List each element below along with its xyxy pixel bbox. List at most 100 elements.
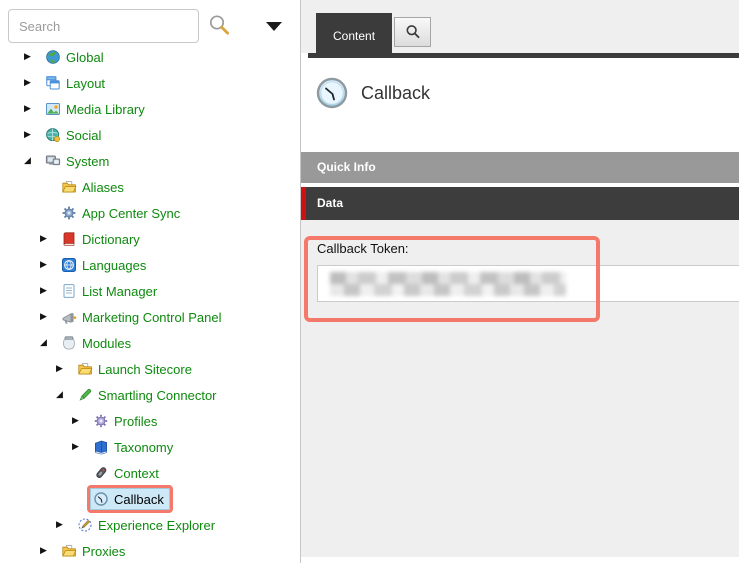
tree-item[interactable]: ▶ Social <box>0 122 300 148</box>
expand-arrow-icon[interactable]: ◢ <box>56 391 71 400</box>
globe-icon <box>45 49 61 65</box>
search-icon[interactable] <box>206 13 234 41</box>
tree-item[interactable]: ▶ List Manager <box>0 278 300 304</box>
tree-item-label: Context <box>114 466 159 481</box>
tree-item[interactable]: ◢ System <box>0 148 300 174</box>
expand-arrow-icon[interactable]: ◢ <box>40 339 55 348</box>
photo-icon <box>45 101 61 117</box>
annotation-ring: List Manager <box>55 277 166 305</box>
tree-item-label: Taxonomy <box>114 440 173 455</box>
tree-item[interactable]: ▶ Media Library <box>0 96 300 122</box>
section-quick-info[interactable]: Quick Info <box>301 152 739 183</box>
tree-item[interactable]: Aliases <box>0 174 300 200</box>
search-tab-button[interactable] <box>394 17 431 47</box>
tree-item[interactable]: ◢ Smartling Connector <box>0 382 300 408</box>
tree-item-label: Dictionary <box>82 232 140 247</box>
tree-item[interactable]: ▶ Global <box>0 44 300 70</box>
blue-book-icon <box>93 439 109 455</box>
computers-icon <box>45 153 61 169</box>
annotation-ring: Media Library <box>39 95 154 123</box>
expand-arrow-icon[interactable]: ▶ <box>40 287 55 296</box>
tree-item[interactable]: ▶ Languages <box>0 252 300 278</box>
tab-content[interactable]: Content <box>316 13 392 58</box>
callback-token-field[interactable] <box>317 265 739 302</box>
sync-gear-icon <box>61 205 77 221</box>
list-icon <box>61 283 77 299</box>
expand-arrow-icon[interactable]: ▶ <box>24 131 39 140</box>
languages-icon <box>61 257 77 273</box>
section-accent <box>301 187 306 220</box>
annotation-ring: Marketing Control Panel <box>55 303 230 331</box>
expand-arrow-icon[interactable]: ▶ <box>40 261 55 270</box>
tree-item[interactable]: ▶ Marketing Control Panel <box>0 304 300 330</box>
tree-item[interactable]: ▶ Experience Explorer <box>0 512 300 538</box>
folder-icon <box>61 543 77 559</box>
tree-item-label: List Manager <box>82 284 157 299</box>
tree-item-label: Launch Sitecore <box>98 362 192 377</box>
gear-icon <box>93 413 109 429</box>
annotation-ring: Context <box>87 459 168 487</box>
tree-item[interactable]: ▶ Taxonomy <box>0 434 300 460</box>
crayon-icon <box>77 387 93 403</box>
tree-item[interactable]: App Center Sync <box>0 200 300 226</box>
folder-icon <box>61 179 77 195</box>
tree-item-label: Proxies <box>82 544 125 559</box>
tree-item[interactable]: Context <box>0 460 300 486</box>
tree-item[interactable]: ▶ Launch Sitecore <box>0 356 300 382</box>
data-section-body: Callback Token: <box>301 220 739 557</box>
annotation-ring: Launch Sitecore <box>71 355 201 383</box>
tree-item-label: Experience Explorer <box>98 518 215 533</box>
content-tree: ▶ Global ▶ Layout ▶ Media Library ▶ Soci… <box>0 44 300 564</box>
expand-arrow-icon[interactable]: ▶ <box>24 105 39 114</box>
annotation-ring: Layout <box>39 69 114 97</box>
tree-item[interactable]: ▶ Layout <box>0 70 300 96</box>
page-title: Callback <box>361 83 430 104</box>
expand-arrow-icon[interactable]: ◢ <box>24 157 39 166</box>
tree-item-label: Global <box>66 50 104 65</box>
tree-item-label: Modules <box>82 336 131 351</box>
expand-arrow-icon[interactable]: ▶ <box>40 313 55 322</box>
annotation-ring: Aliases <box>55 173 133 201</box>
caret-down-icon[interactable] <box>266 22 282 31</box>
section-data[interactable]: Data <box>301 187 739 220</box>
annotation-ring: Profiles <box>87 407 166 435</box>
tree-item[interactable]: ▶ Proxies <box>0 538 300 564</box>
annotation-ring: Taxonomy <box>87 433 182 461</box>
tree-item[interactable]: ▶ Profiles <box>0 408 300 434</box>
annotation-ring: Dictionary <box>55 225 149 253</box>
annotation-ring: Smartling Connector <box>71 381 226 409</box>
search-input[interactable] <box>8 9 199 43</box>
expand-arrow-icon[interactable]: ▶ <box>40 547 55 556</box>
jar-icon <box>61 335 77 351</box>
expand-arrow-icon[interactable]: ▶ <box>72 443 87 452</box>
remote-icon <box>93 465 109 481</box>
tree-item-label: Languages <box>82 258 146 273</box>
expand-arrow-icon[interactable]: ▶ <box>56 365 71 374</box>
tree-item-label: Aliases <box>82 180 124 195</box>
expand-arrow-icon[interactable]: ▶ <box>24 79 39 88</box>
content-editor-panel: Content Callback Quick Info <box>300 0 739 563</box>
magnifier-icon <box>404 23 422 41</box>
tree-item-label: Smartling Connector <box>98 388 217 403</box>
item-title-row: Callback <box>301 58 739 152</box>
expand-arrow-icon[interactable]: ▶ <box>72 417 87 426</box>
annotation-ring: App Center Sync <box>55 199 189 227</box>
tree-item[interactable]: ◢ Modules <box>0 330 300 356</box>
tree-item-label: Social <box>66 128 101 143</box>
wand-icon <box>77 517 93 533</box>
annotation-ring: Experience Explorer <box>71 511 224 539</box>
expand-arrow-icon[interactable]: ▶ <box>24 53 39 62</box>
annotation-ring: Proxies <box>55 537 134 565</box>
tree-item[interactable]: Callback <box>0 486 300 512</box>
bottom-strip <box>301 557 739 563</box>
annotation-ring: Social <box>39 121 110 149</box>
expand-arrow-icon[interactable]: ▶ <box>56 521 71 530</box>
tree-item[interactable]: ▶ Dictionary <box>0 226 300 252</box>
expand-arrow-icon[interactable]: ▶ <box>40 235 55 244</box>
tree-item-label: Profiles <box>114 414 157 429</box>
tree-item-label: System <box>66 154 109 169</box>
folder-icon <box>77 361 93 377</box>
callback-token-label: Callback Token: <box>317 241 409 256</box>
megaphone-icon <box>61 309 77 325</box>
content-tree-panel: ▶ Global ▶ Layout ▶ Media Library ▶ Soci… <box>0 0 300 563</box>
